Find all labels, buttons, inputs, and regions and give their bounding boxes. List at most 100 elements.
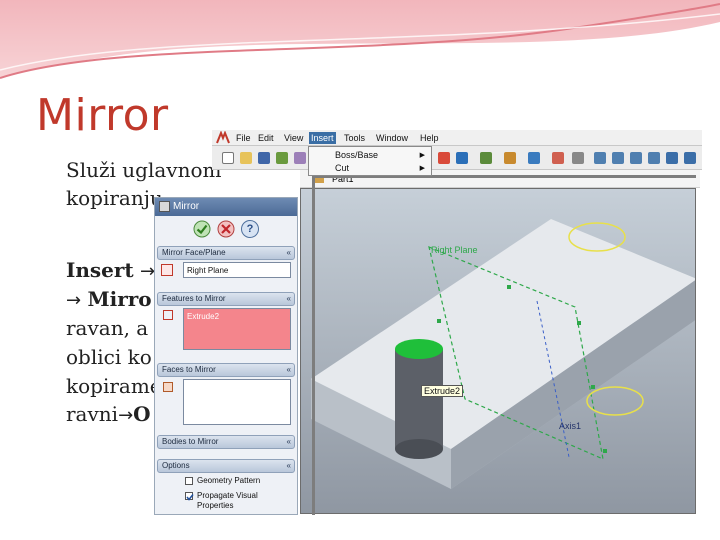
panel-title: Mirror <box>173 201 200 212</box>
cylinder-bottom <box>395 439 443 459</box>
menu-window[interactable]: Window <box>374 132 410 144</box>
section-mirror-face-plane[interactable]: Mirror Face/Plane « <box>157 246 295 260</box>
face-selector-icon <box>163 382 173 392</box>
geometry-pattern-label: Geometry Pattern <box>197 476 261 485</box>
body-line-mirror: → Mirro <box>66 287 152 311</box>
new-document-icon[interactable] <box>222 152 234 164</box>
hide-show-icon[interactable] <box>572 152 584 164</box>
options-icon[interactable] <box>294 152 306 164</box>
geometry-pattern-checkbox[interactable] <box>185 477 193 485</box>
plane-handle[interactable] <box>437 319 441 323</box>
right-plane-label[interactable]: Right Plane <box>431 245 478 255</box>
graphics-area[interactable]: Right Plane Extrude2 Axis1 <box>300 188 696 514</box>
view-orientation-icon[interactable] <box>528 152 540 164</box>
body-line-kopiram: kopirame <box>66 374 162 398</box>
submenu-arrow-icon: ▶ <box>419 165 425 172</box>
plane-handle[interactable] <box>577 321 581 325</box>
mirror-plane-value: Right Plane <box>187 266 229 275</box>
extrude-tag[interactable]: Extrude2 <box>421 385 464 397</box>
feature-list-item[interactable]: Extrude2 <box>187 312 219 321</box>
features-list[interactable]: Extrude2 <box>183 308 291 350</box>
menu-bar: File Edit View Insert Tools Window Help <box>212 130 702 146</box>
display-style-icon[interactable] <box>552 152 564 164</box>
header-swoosh <box>0 0 720 79</box>
section-bodies-to-mirror[interactable]: Bodies to Mirror « <box>157 435 295 449</box>
zoom-fit-icon[interactable] <box>594 152 606 164</box>
body-line-oblici: oblici ko <box>66 345 152 369</box>
plane-handle[interactable] <box>591 385 595 389</box>
rotate-view-icon[interactable] <box>666 152 678 164</box>
pan-icon[interactable] <box>684 152 696 164</box>
faces-list[interactable] <box>183 379 291 425</box>
solidworks-logo-icon <box>216 131 230 144</box>
menu-file[interactable]: File <box>234 132 253 144</box>
menu-help[interactable]: Help <box>418 132 441 144</box>
expand-chevron-icon: « <box>286 437 291 446</box>
body-line-1: Služi uglavnom <box>66 158 222 182</box>
arrow-icon: → <box>66 290 82 311</box>
ravni-tail: O <box>133 402 151 426</box>
axis-label[interactable]: Axis1 <box>559 421 581 431</box>
cylinder-body <box>395 349 443 449</box>
insert-dropdown: Boss/Base ▶ Cut ▶ <box>308 146 432 176</box>
plane-handle[interactable] <box>507 285 511 289</box>
propagate-visual-label: Propagate Visual Properties <box>197 491 258 510</box>
menu-insert[interactable]: Insert <box>309 132 336 144</box>
body-line-insert: Insert → <box>66 258 155 282</box>
boss-base-label: Boss/Base <box>335 150 379 160</box>
section-label: Mirror Face/Plane <box>162 248 226 257</box>
standard-toolbar <box>212 146 702 170</box>
menu-item-boss-base[interactable]: Boss/Base <box>335 149 378 162</box>
zoom-area-icon[interactable] <box>612 152 624 164</box>
zoom-in-out-icon[interactable] <box>630 152 642 164</box>
body-line-ravni: ravni→O <box>66 402 151 426</box>
arrow-icon: → <box>118 405 134 426</box>
panel-header: Mirror <box>155 198 297 216</box>
cut-label: Cut <box>335 163 350 173</box>
cylinder-top-face <box>395 339 443 359</box>
section-label: Faces to Mirror <box>162 365 216 374</box>
arrow-icon: → <box>140 261 156 282</box>
mirror-plane-field[interactable]: Right Plane <box>183 262 291 278</box>
section-options[interactable]: Options « <box>157 459 295 473</box>
rebuild-icon[interactable] <box>438 152 450 164</box>
menu-tools[interactable]: Tools <box>342 132 367 144</box>
sketch-icon[interactable] <box>480 152 492 164</box>
body-line-2: kopiranju <box>66 186 163 210</box>
save-icon[interactable] <box>258 152 270 164</box>
x-icon[interactable] <box>217 220 235 238</box>
check-icon[interactable] <box>193 220 211 238</box>
question-icon[interactable]: ? <box>241 220 259 238</box>
submenu-arrow-icon: ▶ <box>419 152 425 159</box>
collapse-chevron-icon: « <box>286 248 291 257</box>
plane-selector-icon <box>161 264 173 276</box>
menu-edit[interactable]: Edit <box>256 132 276 144</box>
insert-keyword: Insert <box>66 258 134 282</box>
body-line-ravan: ravan, a t <box>66 316 163 340</box>
section-label: Bodies to Mirror <box>162 437 219 446</box>
collapse-chevron-icon: « <box>286 461 291 470</box>
menu-view[interactable]: View <box>282 132 305 144</box>
model-view <box>311 219 695 489</box>
print-icon[interactable] <box>276 152 288 164</box>
plane-handle[interactable] <box>603 449 607 453</box>
open-folder-icon[interactable] <box>240 152 252 164</box>
ravni-text: ravni <box>66 402 119 426</box>
section-label: Features to Mirror <box>162 294 226 303</box>
select-icon[interactable] <box>456 152 468 164</box>
feature-selector-icon <box>163 310 173 320</box>
menu-item-cut[interactable]: Cut <box>335 162 349 175</box>
zoom-selection-icon[interactable] <box>648 152 660 164</box>
collapse-chevron-icon: « <box>286 365 291 374</box>
mirror-feature-icon <box>159 201 170 212</box>
smart-dimension-icon[interactable] <box>504 152 516 164</box>
mirror-preview-bottom-icon <box>586 386 644 416</box>
mirror-keyword: Mirro <box>87 287 152 311</box>
checkmark-icon <box>186 494 194 501</box>
propagate-visual-checkbox[interactable] <box>185 492 194 501</box>
section-faces-to-mirror[interactable]: Faces to Mirror « <box>157 363 295 377</box>
mirror-property-manager: Mirror ? Mirror Face/Plane « Right Plane… <box>154 197 298 515</box>
section-label: Options <box>162 461 190 470</box>
collapse-chevron-icon: « <box>286 294 291 303</box>
section-features-to-mirror[interactable]: Features to Mirror « <box>157 292 295 306</box>
